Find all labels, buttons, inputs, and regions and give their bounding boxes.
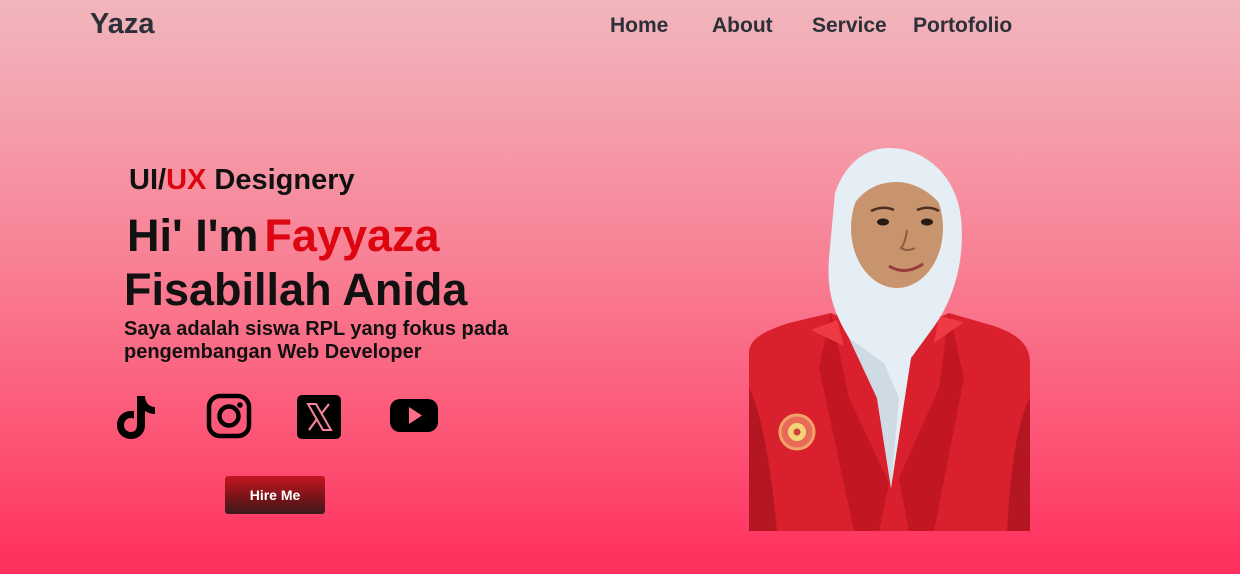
hero-greeting-line: Hi' I'm Fayyaza <box>127 210 440 262</box>
tagline-suffix: Designery <box>206 164 355 196</box>
tiktok-icon[interactable] <box>111 392 161 442</box>
hero-greeting: Hi' I'm <box>127 210 259 261</box>
youtube-icon[interactable] <box>389 392 439 442</box>
nav-service-link[interactable]: Service <box>812 14 887 38</box>
tagline-accent: UX <box>166 164 207 196</box>
hero-tagline: UI/UX Designery <box>129 164 355 197</box>
nav-about-link[interactable]: About <box>712 14 773 38</box>
hero-last-name: Fisabillah Anida <box>124 264 468 315</box>
hero-description: Saya adalah siswa RPL yang fokus pada pe… <box>124 318 509 363</box>
nav-home-link[interactable]: Home <box>610 14 668 38</box>
nav-portofolio-link[interactable]: Portofolio <box>913 14 1012 38</box>
brand-logo[interactable]: Yaza <box>90 8 155 41</box>
tagline-prefix: UI/ <box>129 164 167 196</box>
hire-me-button[interactable]: Hire Me <box>225 476 325 514</box>
hero-first-name: Fayyaza <box>264 210 440 261</box>
x-icon[interactable] <box>296 392 346 442</box>
instagram-icon[interactable] <box>205 392 255 442</box>
profile-photo <box>749 148 1030 531</box>
